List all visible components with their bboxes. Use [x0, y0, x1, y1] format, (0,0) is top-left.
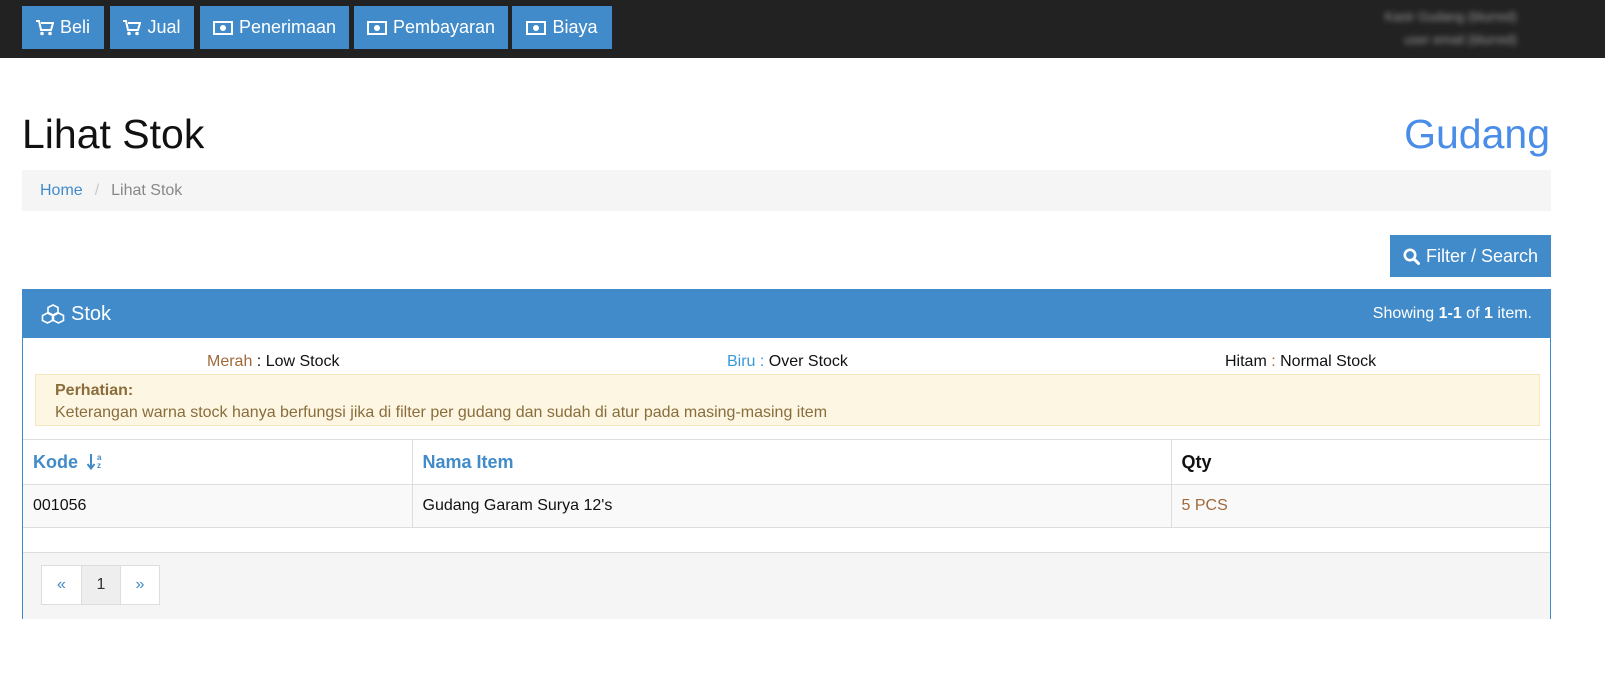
cell-nama: Gudang Garam Surya 12's: [411, 484, 1171, 528]
cart-icon: [123, 19, 142, 35]
cell-kode: 001056: [23, 484, 412, 528]
panel-footer: « 1 »: [23, 552, 1550, 619]
summary-range: 1-1: [1438, 305, 1462, 322]
legend-black-key: Hitam: [1225, 353, 1267, 370]
legend-black-text: Normal Stock: [1280, 353, 1377, 370]
nav-beli-button[interactable]: Beli: [22, 6, 104, 49]
breadcrumb-current: Lihat Stok: [111, 181, 183, 199]
table-row[interactable]: 001056 Gudang Garam Surya 12's 5 PCS: [23, 484, 1550, 528]
column-kode-label: Kode: [33, 451, 78, 472]
money-icon: [212, 20, 233, 35]
legend-red-text: Low Stock: [265, 353, 340, 370]
legend-red-key: Merah: [207, 353, 253, 370]
nav-jual-label: Jual: [147, 17, 181, 37]
page-title: Lihat Stok: [22, 111, 205, 157]
money-icon: [366, 20, 387, 35]
cart-icon: [35, 19, 54, 35]
legend-blue-key: Biru: [727, 353, 756, 370]
breadcrumb: Home / Lihat Stok: [22, 170, 1551, 211]
column-kode-header[interactable]: Kode a z: [23, 439, 412, 485]
filter-search-button[interactable]: Filter / Search: [1390, 235, 1551, 277]
panel-title-label: Stok: [71, 302, 112, 325]
summary-of: of: [1461, 305, 1484, 322]
pagination: « 1 »: [41, 565, 160, 605]
stock-table: Kode a z Nama Item Qty 001056 Gudang Gar…: [23, 439, 1550, 528]
nav-penerimaan-label: Penerimaan: [238, 17, 337, 37]
summary-prefix: Showing: [1372, 305, 1439, 322]
summary-suffix: item.: [1492, 305, 1532, 322]
cell-qty: 5 PCS: [1170, 484, 1550, 528]
nav-biaya-button[interactable]: Biaya: [512, 6, 612, 49]
money-icon: [526, 20, 547, 35]
table-header-row: Kode a z Nama Item Qty: [23, 439, 1550, 485]
filter-search-label: Filter / Search: [1425, 245, 1539, 266]
panel-header: Stok Showing 1-1 of 1 item.: [23, 290, 1550, 338]
breadcrumb-separator: /: [94, 181, 100, 199]
user-name[interactable]: Kasir Gudang (blurred): [1385, 9, 1517, 24]
breadcrumb-home-link[interactable]: Home: [40, 182, 83, 200]
svg-text:z: z: [97, 461, 101, 470]
user-email[interactable]: user email (blurred): [1404, 32, 1517, 47]
nav-beli-label: Beli: [59, 17, 90, 37]
pagination-page-1[interactable]: 1: [81, 566, 120, 604]
legend-low-stock: Merah : Low Stock: [207, 353, 340, 371]
pagination-prev[interactable]: «: [42, 566, 81, 604]
panel-summary: Showing 1-1 of 1 item.: [1373, 305, 1532, 323]
summary-total: 1: [1483, 305, 1493, 322]
legend-blue-text: Over Stock: [768, 353, 848, 370]
cubes-icon: [41, 304, 65, 324]
nav-jual-button[interactable]: Jual: [110, 6, 194, 49]
location-title: Gudang: [1404, 111, 1550, 157]
column-qty-header: Qty: [1170, 439, 1550, 485]
panel-title: Stok: [41, 303, 111, 326]
nav-penerimaan-button[interactable]: Penerimaan: [200, 6, 349, 49]
legend-colon: :: [252, 353, 266, 370]
alert-text: Keterangan warna stock hanya berfungsi j…: [55, 404, 828, 421]
alert-heading: Perhatian:: [55, 382, 134, 399]
legend-normal-stock: Hitam : Normal Stock: [1225, 353, 1376, 371]
sort-ascending-icon: a z: [86, 453, 102, 470]
stock-panel: Stok Showing 1-1 of 1 item. Merah : Low …: [22, 289, 1551, 619]
column-nama-header[interactable]: Nama Item: [411, 439, 1171, 485]
nav-pembayaran-button[interactable]: Pembayaran: [354, 6, 508, 49]
legend-colon: :: [1266, 353, 1281, 370]
search-icon: [1403, 248, 1420, 265]
legend-over-stock: Biru : Over Stock: [727, 353, 848, 371]
top-navbar: Beli Jual Penerimaan Pembayaran Biaya Ka…: [0, 0, 1605, 58]
nav-pembayaran-label: Pembayaran: [392, 17, 496, 37]
pagination-next[interactable]: »: [120, 566, 159, 604]
nav-biaya-label: Biaya: [552, 17, 598, 37]
warning-alert: Perhatian: Keterangan warna stock hanya …: [35, 374, 1540, 426]
legend-colon: :: [755, 353, 769, 370]
